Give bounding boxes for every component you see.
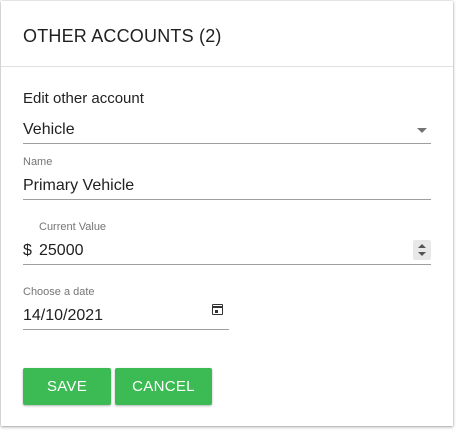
account-type-select[interactable]: Vehicle: [23, 118, 431, 144]
number-spinner-icon[interactable]: [413, 240, 431, 260]
currency-symbol: $: [23, 242, 32, 259]
current-value-input: 25000: [39, 242, 84, 259]
date-value: 14/10/2021: [23, 307, 104, 324]
date-field[interactable]: 14/10/2021: [23, 303, 229, 330]
save-button[interactable]: SAVE: [23, 368, 111, 405]
dialog-title: OTHER ACCOUNTS (2): [23, 26, 222, 46]
section-label: Edit other account: [23, 90, 144, 107]
other-accounts-dialog: OTHER ACCOUNTS (2) Edit other account Ve…: [1, 1, 453, 426]
name-label: Name: [23, 156, 53, 168]
decrement-arrow-icon[interactable]: [418, 252, 426, 256]
calendar-icon[interactable]: [211, 304, 223, 315]
dialog-header: OTHER ACCOUNTS (2): [1, 1, 453, 67]
current-value-label: Current Value: [39, 221, 107, 233]
cancel-button[interactable]: CANCEL: [115, 368, 212, 405]
account-type-value: Vehicle: [23, 121, 75, 138]
chevron-down-icon[interactable]: [417, 128, 427, 133]
name-value: Primary Vehicle: [23, 177, 135, 194]
name-field[interactable]: Primary Vehicle: [23, 173, 431, 200]
current-value-field[interactable]: $ 25000: [23, 238, 431, 265]
date-label: Choose a date: [23, 286, 95, 298]
increment-arrow-icon[interactable]: [418, 244, 426, 248]
